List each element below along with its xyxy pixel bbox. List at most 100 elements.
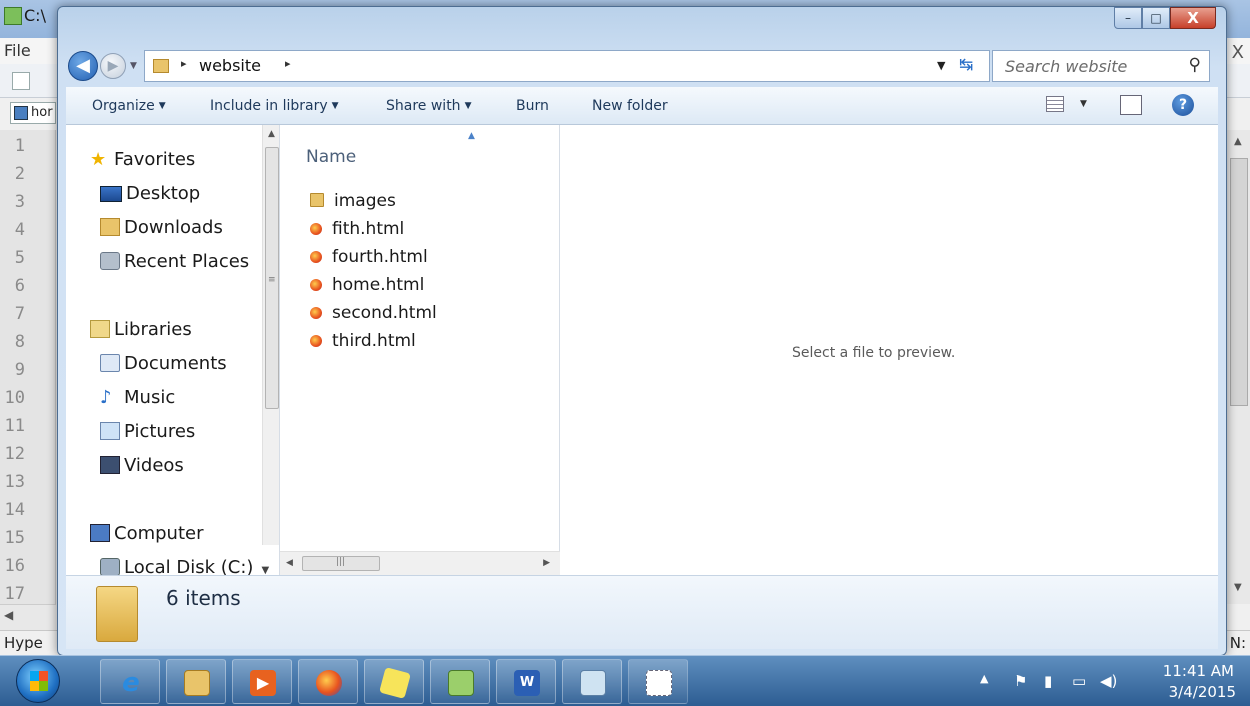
- filelist-hscrollbar[interactable]: ◀ ||| ▶: [280, 551, 560, 575]
- scroll-right-icon[interactable]: ▶: [543, 558, 550, 568]
- taskbar-firefox[interactable]: [298, 659, 358, 704]
- clock-date[interactable]: 3/4/2015: [1169, 683, 1236, 701]
- new-file-icon[interactable]: [12, 72, 30, 90]
- file-name: fith.html: [332, 219, 405, 239]
- nav-desktop[interactable]: Desktop: [100, 183, 200, 204]
- share-with-button[interactable]: Share with ▼: [386, 98, 471, 114]
- recent-pages-dropdown-icon[interactable]: ▼: [130, 61, 137, 71]
- column-header-name[interactable]: Name: [306, 147, 356, 167]
- address-history-dropdown-icon[interactable]: ▼: [937, 59, 945, 72]
- clock-time[interactable]: 11:41 AM: [1163, 662, 1234, 680]
- scroll-up-icon[interactable]: ▲: [268, 129, 275, 139]
- desktop-icon: [100, 186, 122, 202]
- navpane-vscrollbar[interactable]: ▲ ≡: [262, 125, 279, 545]
- preview-message: Select a file to preview.: [792, 345, 956, 361]
- taskbar-internet-explorer[interactable]: e: [100, 659, 160, 704]
- share-with-label: Share with: [386, 98, 461, 114]
- play-icon: ▶: [250, 670, 276, 696]
- disk-drive-icon: [100, 558, 120, 575]
- list-item[interactable]: fourth.html: [310, 247, 428, 267]
- preview-pane-toggle-icon[interactable]: [1120, 95, 1142, 115]
- line-number: 8: [14, 332, 25, 352]
- nav-label: Desktop: [126, 183, 201, 204]
- line-number: 3: [14, 192, 25, 212]
- show-hidden-icons-icon[interactable]: ▲: [980, 672, 988, 685]
- breadcrumb-separator[interactable]: ▸: [181, 57, 187, 70]
- maximize-button[interactable]: □: [1142, 7, 1170, 29]
- menu-file[interactable]: File: [4, 41, 31, 60]
- taskbar-media-player[interactable]: ▶: [232, 659, 292, 704]
- nav-favorites[interactable]: ★ Favorites: [90, 149, 195, 170]
- taskbar-notepad-plus-plus[interactable]: [430, 659, 490, 704]
- nav-libraries[interactable]: Libraries: [90, 319, 192, 340]
- folder-icon: [153, 59, 169, 73]
- chevron-down-icon: ▼: [158, 101, 166, 111]
- line-number: 4: [14, 220, 25, 240]
- notepadpp-close-doc[interactable]: X: [1232, 42, 1244, 63]
- music-icon: ♪: [100, 387, 112, 408]
- line-number: 10: [4, 388, 25, 408]
- list-item[interactable]: images: [310, 191, 396, 211]
- nav-downloads[interactable]: Downloads: [100, 217, 223, 238]
- taskbar-sticky-notes[interactable]: [364, 659, 424, 704]
- nav-music[interactable]: ♪ Music: [100, 387, 175, 408]
- refresh-icon[interactable]: ↹: [959, 55, 973, 75]
- scroll-up-icon[interactable]: ▲: [1234, 136, 1242, 147]
- back-button[interactable]: ◀: [68, 51, 98, 81]
- nav-videos[interactable]: Videos: [100, 455, 184, 476]
- minimize-button[interactable]: –: [1114, 7, 1142, 29]
- help-icon[interactable]: ?: [1172, 94, 1194, 116]
- file-name: images: [334, 191, 396, 211]
- chevron-down-icon[interactable]: ▼: [261, 565, 269, 575]
- include-in-library-button[interactable]: Include in library ▼: [210, 98, 339, 114]
- new-folder-button[interactable]: New folder: [592, 98, 668, 114]
- burn-button[interactable]: Burn: [516, 98, 549, 114]
- scroll-down-icon[interactable]: ▼: [1234, 582, 1242, 593]
- computer-icon: [90, 524, 110, 542]
- network-icon[interactable]: ▭: [1072, 672, 1086, 690]
- search-icon[interactable]: ⚲: [1189, 55, 1201, 75]
- action-center-flag-icon[interactable]: ⚑: [1014, 672, 1027, 690]
- breadcrumb-separator[interactable]: ▸: [285, 57, 291, 70]
- organize-button[interactable]: Organize ▼: [92, 98, 166, 114]
- notepadpp-vscrollbar[interactable]: ▲ ▼: [1226, 130, 1250, 604]
- scroll-left-icon[interactable]: ◀: [4, 608, 13, 622]
- power-icon[interactable]: ▮: [1044, 672, 1052, 690]
- word-icon: W: [514, 670, 540, 696]
- start-button[interactable]: [16, 659, 60, 703]
- nav-computer[interactable]: Computer: [90, 523, 203, 544]
- nav-label: Local Disk (C:): [124, 557, 254, 575]
- save-disk-icon: [14, 106, 28, 120]
- nav-local-disk[interactable]: Local Disk (C:) ▼: [100, 557, 269, 575]
- nav-documents[interactable]: Documents: [100, 353, 227, 374]
- volume-icon[interactable]: ◀): [1100, 672, 1117, 690]
- line-number: 6: [14, 276, 25, 296]
- taskbar: e ▶ W ▲ ⚑ ▮ ▭ ◀) 11:41 AM 3/4/2015: [0, 655, 1250, 706]
- line-number-gutter: 1 2 3 4 5 6 7 8 9 10 11 12 13 14 15 16 1…: [0, 130, 56, 604]
- nav-pictures[interactable]: Pictures: [100, 421, 195, 442]
- view-options-dropdown-icon[interactable]: ▼: [1080, 99, 1087, 109]
- taskbar-notepad[interactable]: [562, 659, 622, 704]
- command-bar: Organize ▼ Include in library ▼ Share with…: [66, 87, 1218, 125]
- taskbar-word[interactable]: W: [496, 659, 556, 704]
- system-tray: ▲ ⚑ ▮ ▭ ◀) 11:41 AM 3/4/2015: [970, 656, 1250, 706]
- list-item[interactable]: second.html: [310, 303, 437, 323]
- scroll-left-icon[interactable]: ◀: [286, 558, 293, 568]
- notepadpp-hscrollbar[interactable]: ◀: [0, 604, 56, 630]
- address-bar[interactable]: ▸ website ▸ ▼ ↹: [144, 50, 990, 82]
- list-item[interactable]: third.html: [310, 331, 416, 351]
- search-input[interactable]: Search website ⚲: [992, 50, 1210, 82]
- scroll-thumb[interactable]: [1230, 158, 1248, 406]
- tab-home-html[interactable]: hor: [10, 102, 56, 124]
- close-button[interactable]: X: [1170, 7, 1216, 29]
- breadcrumb-website[interactable]: website: [199, 56, 261, 75]
- forward-button[interactable]: ▶: [100, 53, 126, 79]
- taskbar-snipping-tool[interactable]: [628, 659, 688, 704]
- list-item[interactable]: home.html: [310, 275, 424, 295]
- list-item[interactable]: fith.html: [310, 219, 404, 239]
- nav-recent-places[interactable]: Recent Places: [100, 251, 249, 272]
- nav-label: Computer: [114, 523, 204, 544]
- search-placeholder: Search website: [1005, 57, 1128, 76]
- change-view-icon[interactable]: [1046, 96, 1064, 112]
- taskbar-windows-explorer[interactable]: [166, 659, 226, 704]
